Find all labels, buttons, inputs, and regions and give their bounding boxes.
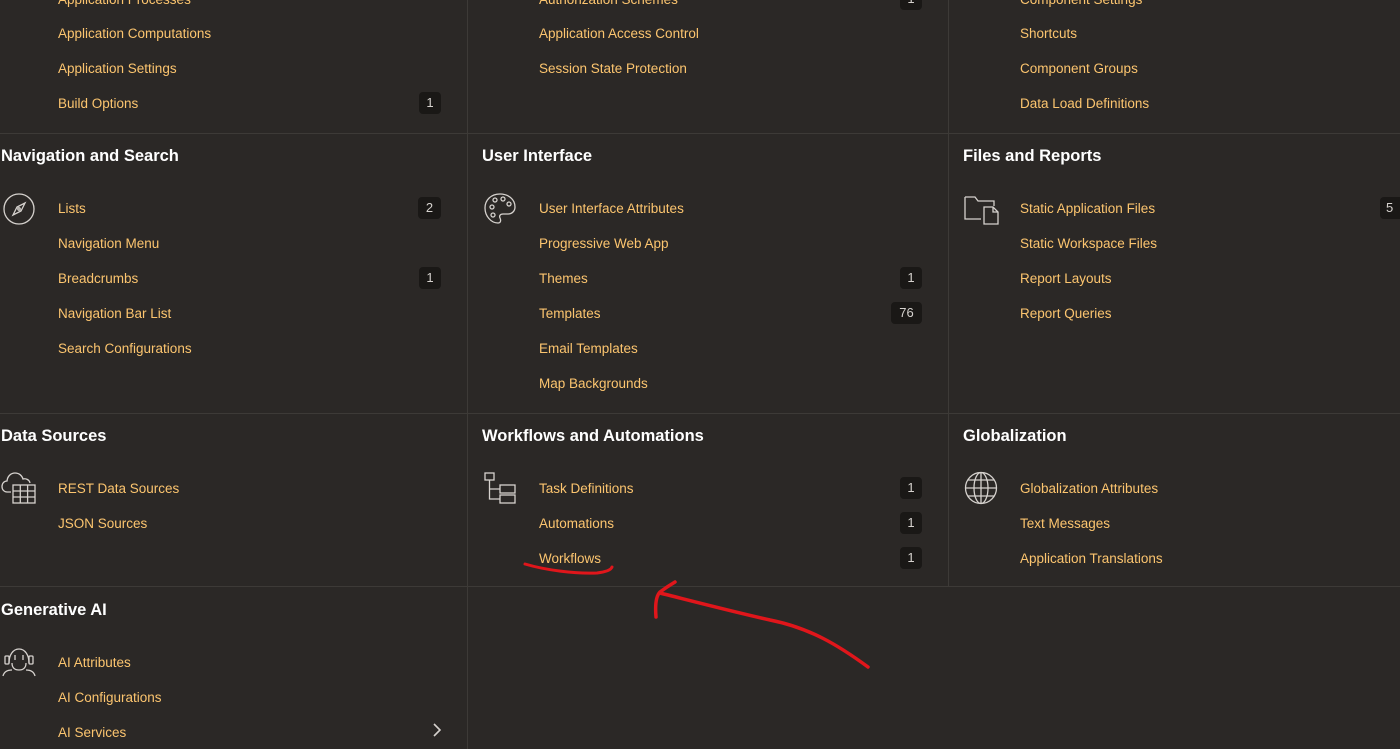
link-data-load-definitions[interactable]: Data Load Definitions — [1020, 95, 1149, 113]
link-build-options[interactable]: Build Options — [58, 95, 138, 113]
ai-assistant-icon — [2, 645, 36, 677]
globe-icon — [964, 471, 998, 505]
link-application-access-control[interactable]: Application Access Control — [539, 25, 699, 43]
compass-icon — [2, 192, 36, 226]
link-email-templates[interactable]: Email Templates — [539, 340, 638, 358]
palette-icon — [483, 192, 517, 226]
link-ai-attributes[interactable]: AI Attributes — [58, 654, 131, 672]
link-report-layouts[interactable]: Report Layouts — [1020, 270, 1112, 288]
link-component-groups[interactable]: Component Groups — [1020, 60, 1138, 78]
link-application-computations[interactable]: Application Computations — [58, 25, 211, 43]
link-application-processes[interactable]: Application Processes — [58, 0, 191, 9]
section-title-data-sources: Data Sources — [1, 427, 107, 445]
column-divider — [467, 0, 468, 749]
count-badge: 1 — [900, 512, 922, 534]
link-lists[interactable]: Lists — [58, 200, 86, 218]
link-rest-data-sources[interactable]: REST Data Sources — [58, 480, 179, 498]
link-navigation-bar-list[interactable]: Navigation Bar List — [58, 305, 171, 323]
count-badge: 76 — [891, 302, 922, 324]
link-authorization-schemes[interactable]: Authorization Schemes — [539, 0, 678, 9]
annotation-arrow — [653, 580, 870, 669]
link-user-interface-attributes[interactable]: User Interface Attributes — [539, 200, 684, 218]
row-divider — [0, 586, 1400, 587]
link-application-settings[interactable]: Application Settings — [58, 60, 177, 78]
count-badge: 1 — [419, 267, 441, 289]
cloud-grid-icon — [1, 470, 37, 504]
link-session-state-protection[interactable]: Session State Protection — [539, 60, 687, 78]
link-themes[interactable]: Themes — [539, 270, 588, 288]
section-title-files-and-reports: Files and Reports — [963, 147, 1102, 165]
row-divider — [0, 413, 1400, 414]
section-title-navigation-and-search: Navigation and Search — [1, 147, 179, 165]
link-map-backgrounds[interactable]: Map Backgrounds — [539, 375, 648, 393]
link-json-sources[interactable]: JSON Sources — [58, 515, 147, 533]
link-component-settings[interactable]: Component Settings — [1020, 0, 1142, 9]
count-badge: 2 — [418, 197, 441, 219]
link-text-messages[interactable]: Text Messages — [1020, 515, 1110, 533]
link-globalization-attributes[interactable]: Globalization Attributes — [1020, 480, 1158, 498]
row-divider — [0, 133, 1400, 134]
section-title-workflows-and-automations: Workflows and Automations — [482, 427, 704, 445]
link-shortcuts[interactable]: Shortcuts — [1020, 25, 1077, 43]
annotation-overlay — [523, 562, 870, 669]
folder-file-icon — [964, 193, 1000, 225]
link-breadcrumbs[interactable]: Breadcrumbs — [58, 270, 138, 288]
count-badge: 5 — [1380, 197, 1400, 219]
count-badge: 1 — [419, 92, 441, 114]
link-navigation-menu[interactable]: Navigation Menu — [58, 235, 159, 253]
count-badge: 1 — [900, 267, 922, 289]
link-automations[interactable]: Automations — [539, 515, 614, 533]
shared-components-page: Application Processes Application Comput… — [0, 0, 1400, 749]
link-application-translations[interactable]: Application Translations — [1020, 550, 1163, 568]
count-badge: 1 — [900, 477, 922, 499]
link-templates[interactable]: Templates — [539, 305, 601, 323]
link-ai-services[interactable]: AI Services — [58, 724, 126, 742]
chevron-right-icon[interactable] — [432, 723, 442, 742]
link-report-queries[interactable]: Report Queries — [1020, 305, 1112, 323]
flow-tree-icon — [484, 472, 516, 504]
count-badge: 1 — [900, 547, 922, 569]
link-static-workspace-files[interactable]: Static Workspace Files — [1020, 235, 1157, 253]
link-task-definitions[interactable]: Task Definitions — [539, 480, 634, 498]
section-title-globalization: Globalization — [963, 427, 1067, 445]
link-ai-configurations[interactable]: AI Configurations — [58, 689, 162, 707]
link-static-application-files[interactable]: Static Application Files — [1020, 200, 1155, 218]
link-progressive-web-app[interactable]: Progressive Web App — [539, 235, 669, 253]
section-title-user-interface: User Interface — [482, 147, 593, 165]
section-title-generative-ai: Generative AI — [1, 601, 107, 619]
link-search-configurations[interactable]: Search Configurations — [58, 340, 192, 358]
column-divider — [948, 0, 949, 587]
count-badge: 1 — [900, 0, 922, 10]
link-workflows[interactable]: Workflows — [539, 550, 601, 568]
